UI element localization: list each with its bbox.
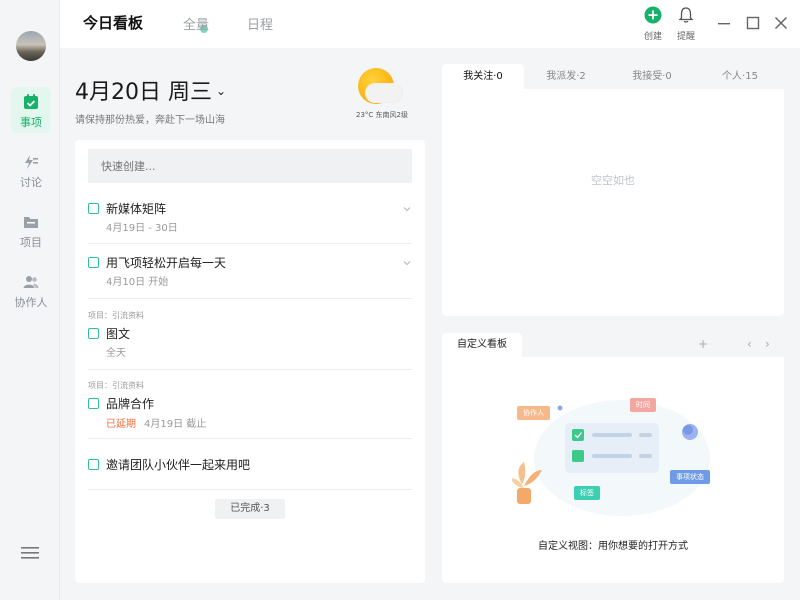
date-selector[interactable]: 4月20日 周三 ⌄ (75, 74, 226, 106)
chevron-down-icon[interactable] (402, 204, 412, 214)
sidebar-item-label: 项目 (20, 236, 42, 249)
task-checkbox[interactable] (88, 203, 99, 214)
chevron-left-icon[interactable]: ‹ (747, 337, 752, 351)
tab-following[interactable]: 我关注·0 (442, 64, 524, 89)
completed-toggle-button[interactable]: 已完成·3 (215, 499, 285, 519)
empty-state-text: 空空如也 (591, 174, 635, 187)
task-date: 4月19日 - 30日 (106, 219, 178, 234)
remind-button[interactable]: 提醒 (671, 6, 701, 42)
task-title: 用飞项轻松开启每一天 (106, 256, 227, 270)
sidebar-item-label: 讨论 (20, 176, 42, 189)
follow-tabs: 我关注·0 我派发·2 我接受·0 个人·15 (442, 64, 784, 89)
chevron-down-icon[interactable] (402, 258, 412, 268)
tab-accepted[interactable]: 我接受·0 (608, 64, 696, 89)
task-checkbox[interactable] (88, 459, 99, 470)
task-date: 4月10日 开始 (106, 277, 169, 288)
overdue-badge: 已延期 (106, 419, 136, 430)
task-checkbox[interactable] (88, 328, 99, 339)
people-icon (23, 276, 39, 288)
tab-personal[interactable]: 个人·15 (696, 64, 784, 89)
task-project: 项目：引流资料 (88, 381, 144, 390)
custom-board-panel: 自定义看板 + ‹ › 协作人 时间 事项状态 标签 自定义视图：用你想要的打开… (442, 333, 784, 583)
close-icon[interactable] (773, 15, 789, 31)
custom-board-header: 自定义看板 + ‹ › (442, 333, 784, 357)
create-button[interactable]: 创建 (638, 6, 668, 42)
tab-today-board[interactable]: 今日看板 (83, 12, 143, 33)
menu-icon[interactable] (21, 546, 39, 560)
maximize-icon[interactable] (745, 15, 761, 31)
bell-icon (678, 7, 694, 23)
remind-label: 提醒 (676, 32, 695, 42)
chip-status: 事项状态 (670, 470, 710, 484)
custom-view-illustration: 协作人 时间 事项状态 标签 (512, 388, 722, 528)
task-date-text: 4月19日 - 30日 (106, 223, 178, 234)
plus-circle-icon (644, 6, 662, 24)
avatar[interactable] (16, 31, 46, 61)
chip-collaborator: 协作人 (517, 406, 550, 420)
folder-icon (24, 217, 38, 228)
task-project: 项目：引流资料 (88, 311, 144, 320)
task-checkbox[interactable] (88, 398, 99, 409)
list-item[interactable]: 邀请团队小伙伴一起来用吧 (88, 440, 412, 490)
calendar-check-icon (24, 94, 38, 109)
current-date: 4月20日 周三 (75, 80, 212, 105)
chevron-down-icon: ⌄ (216, 84, 227, 98)
weather-widget: 23°C 东南风2级 (352, 66, 422, 124)
tab-assigned[interactable]: 我派发·2 (524, 64, 608, 89)
tab-all[interactable]: 全量 (183, 14, 209, 33)
task-title: 品牌合作 (106, 397, 155, 411)
add-board-icon[interactable]: + (698, 337, 708, 351)
task-title: 图文 (106, 327, 131, 341)
tab-schedule[interactable]: 日程 (247, 14, 273, 33)
top-bar: 今日看板 全量 日程 创建 提醒 (60, 0, 800, 48)
task-date: 已延期 4月19日 截止 (106, 415, 206, 430)
chevron-right-icon[interactable]: › (765, 337, 770, 351)
task-list-card: 新媒体矩阵 4月19日 - 30日 用飞项轻松开启每一天 4月10日 开始 项目… (75, 140, 425, 583)
task-date-text: 4月19日 截止 (144, 419, 207, 430)
list-item[interactable]: 新媒体矩阵 4月19日 - 30日 (88, 192, 412, 244)
chip-time: 时间 (630, 398, 656, 412)
sidebar-item-tasks[interactable]: 事项 (11, 87, 51, 133)
left-rail: 事项 讨论 项目 协作人 (0, 0, 60, 600)
follow-panel: 我关注·0 我派发·2 我接受·0 个人·15 空空如也 (442, 64, 784, 316)
chip-tag: 标签 (574, 486, 600, 500)
create-label: 创建 (643, 32, 662, 42)
motto-text: 请保持那份热爱，奔赴下一场山海 (75, 115, 225, 126)
task-checkbox[interactable] (88, 257, 99, 268)
minimize-icon[interactable] (716, 15, 732, 31)
sidebar-item-collaborators[interactable]: 协作人 (11, 267, 51, 313)
quick-create-input[interactable] (88, 149, 412, 183)
weather-text: 23°C 东南风2级 (356, 111, 408, 119)
tab-custom-board[interactable]: 自定义看板 (442, 333, 522, 357)
sidebar-item-label: 协作人 (14, 296, 48, 309)
sidebar-item-projects[interactable]: 项目 (11, 207, 51, 253)
discussion-icon (25, 155, 38, 169)
list-item[interactable]: 用飞项轻松开启每一天 4月10日 开始 (88, 245, 412, 299)
custom-view-caption: 自定义视图：用你想要的打开方式 (538, 541, 688, 552)
task-title: 新媒体矩阵 (106, 202, 167, 216)
task-date: 全天 (106, 348, 126, 359)
sidebar-item-discussion[interactable]: 讨论 (11, 147, 51, 193)
cloud-icon (366, 84, 402, 102)
list-item[interactable]: 项目：引流资料 品牌合作 已延期 4月19日 截止 (88, 371, 412, 439)
sidebar-item-label: 事项 (20, 116, 42, 129)
list-item[interactable]: 项目：引流资料 图文 全天 (88, 300, 412, 370)
task-title: 邀请团队小伙伴一起来用吧 (106, 458, 251, 472)
